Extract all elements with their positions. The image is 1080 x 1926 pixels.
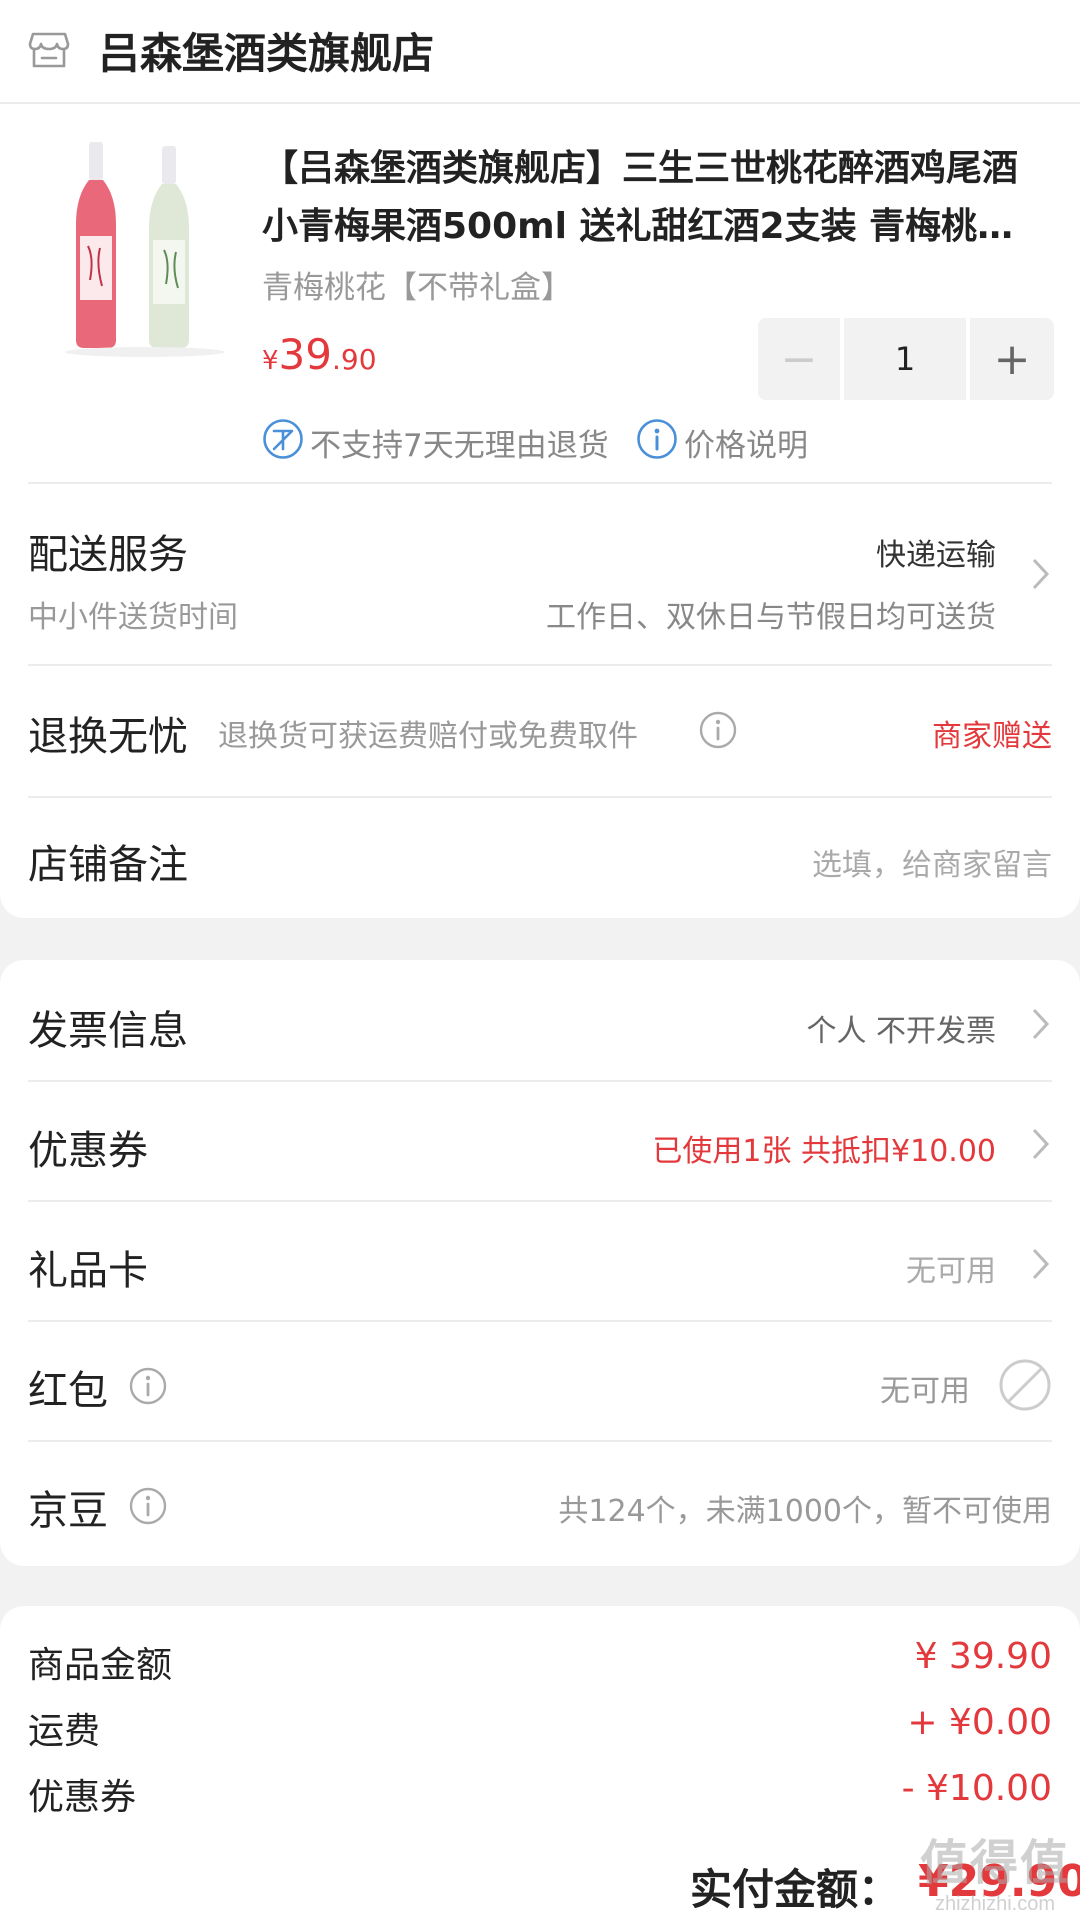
price-integer: 39 [278,330,332,379]
shipping-label: 运费 [28,1711,101,1752]
goods-amount-value: ¥ 39.90 [914,1636,1052,1677]
coupon-title: 优惠券 [28,1128,148,1174]
coupon-summary-value: - ¥10.00 [901,1768,1052,1809]
delivery-subtitle: 中小件送货时间 [28,600,238,635]
divider [28,1200,1052,1202]
info-icon [637,419,677,459]
product-title[interactable]: 【吕森堡酒类旗舰店】三生三世桃花醉酒鸡尾酒小青梅果酒500ml 送礼甜红酒2支装… [262,140,1042,256]
payment-options-card: 发票信息 个人 不开发票 优惠券 已使用1张 共抵扣¥10.00 礼品卡 无可用… [0,960,1080,1566]
no-return-icon [263,419,303,459]
divider [28,482,1052,484]
remark-input[interactable]: 选填，给商家留言 [812,840,1052,884]
store-name[interactable]: 吕森堡酒类旗舰店 [98,20,434,81]
info-icon[interactable] [128,1366,168,1406]
price-symbol: ¥ [262,346,279,376]
product-image[interactable] [60,140,230,360]
quantity-value[interactable]: 1 [844,318,966,400]
shipping-value: + ¥0.00 [907,1702,1052,1743]
divider [28,1320,1052,1322]
returns-value: 商家赠送 [932,719,1052,754]
chevron-right-icon [1032,1008,1050,1040]
delivery-title: 配送服务 [28,532,188,578]
giftcard-title: 礼品卡 [28,1248,148,1294]
chevron-right-icon [1032,1248,1050,1280]
increase-button[interactable]: + [970,318,1054,400]
watermark-url: zhizhizhi.com [934,1893,1056,1915]
coupon-value: 已使用1张 共抵扣¥10.00 [652,1134,996,1169]
watermark-logo: 值得值 zhizhizhi.com [920,1823,1070,1916]
quantity-stepper: − 1 + [758,318,1054,400]
invoice-value: 个人 不开发票 [806,1014,996,1049]
giftcard-value: 无可用 [906,1254,996,1289]
delivery-time: 工作日、双休日与节假日均可送货 [546,600,996,635]
redpacket-title: 红包 [28,1368,108,1414]
chevron-right-icon [1032,1128,1050,1160]
disabled-icon [999,1359,1051,1411]
divider [28,796,1052,798]
returns-description: 退换货可获运费赔付或免费取件 [218,719,638,754]
divider [28,1080,1052,1082]
info-icon[interactable] [698,710,738,750]
delivery-method: 快递运输 [876,538,996,573]
amount-summary-card: 商品金额 ¥ 39.90 运费 + ¥0.00 优惠券 - ¥10.00 实付金… [0,1606,1080,1926]
price-decimal: .90 [332,343,377,376]
product-price: ¥39.90 [262,330,377,379]
watermark-chars: 值得值 [919,1835,1070,1891]
remark-title: 店铺备注 [28,842,188,888]
product-spec: 青梅桃花【不带礼盒】 [262,270,572,306]
returns-title: 退换无忧 [28,714,188,760]
info-icon[interactable] [128,1486,168,1526]
coupon-summary-label: 优惠券 [28,1777,137,1818]
invoice-title: 发票信息 [28,1008,188,1054]
store-icon [28,32,70,68]
order-shop-card: 吕森堡酒类旗舰店 【吕森堡酒类旗舰店】三生三世桃花醉酒鸡尾酒小青梅果酒500ml… [0,0,1080,918]
jingdou-title: 京豆 [28,1488,108,1534]
goods-amount-label: 商品金额 [28,1645,173,1686]
divider [28,1440,1052,1442]
decrease-button[interactable]: − [758,318,840,400]
chevron-right-icon [1032,558,1050,590]
total-label: 实付金额： [690,1865,901,1914]
price-note-link[interactable]: 价格说明 [684,420,808,465]
divider [0,102,1080,104]
redpacket-value: 无可用 [880,1374,970,1409]
return-policy-text[interactable]: 不支持7天无理由退货 [310,420,609,465]
divider [28,664,1052,666]
jingdou-value: 共124个，未满1000个，暂不可使用 [558,1494,1052,1529]
